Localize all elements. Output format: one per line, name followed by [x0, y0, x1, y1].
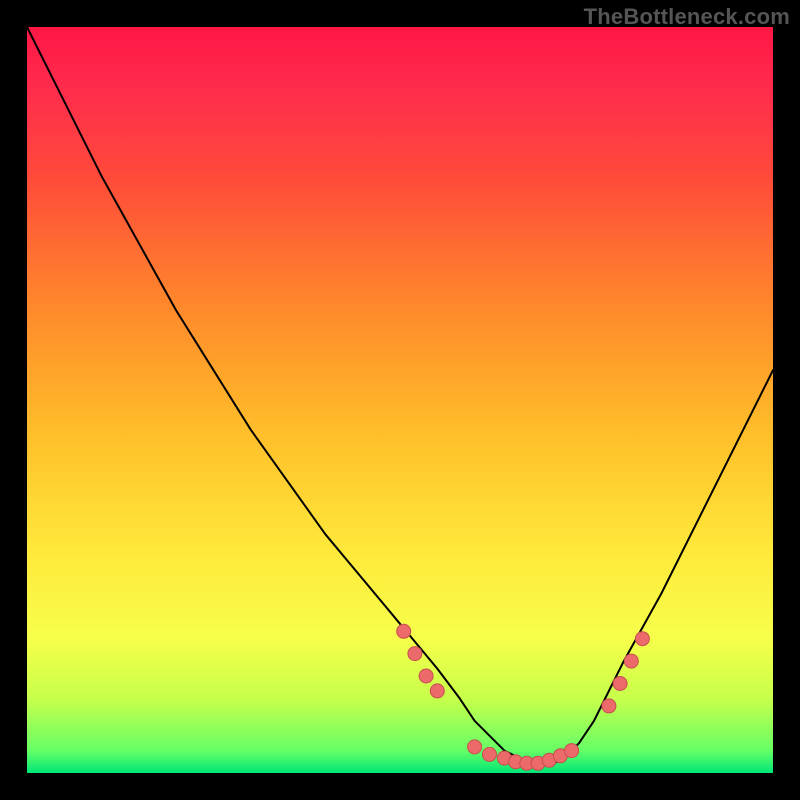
data-marker	[624, 654, 638, 668]
data-marker	[613, 677, 627, 691]
watermark-text: TheBottleneck.com	[584, 4, 790, 30]
plot-area	[27, 27, 773, 773]
data-marker	[430, 684, 444, 698]
data-marker	[483, 747, 497, 761]
data-marker	[602, 699, 616, 713]
data-marker	[397, 624, 411, 638]
data-marker	[419, 669, 433, 683]
data-marker	[635, 632, 649, 646]
data-marker	[565, 744, 579, 758]
marker-group	[397, 624, 650, 770]
bottleneck-curve	[27, 27, 773, 766]
data-marker	[468, 740, 482, 754]
curve-layer	[27, 27, 773, 773]
chart-stage: TheBottleneck.com	[0, 0, 800, 800]
data-marker	[408, 647, 422, 661]
